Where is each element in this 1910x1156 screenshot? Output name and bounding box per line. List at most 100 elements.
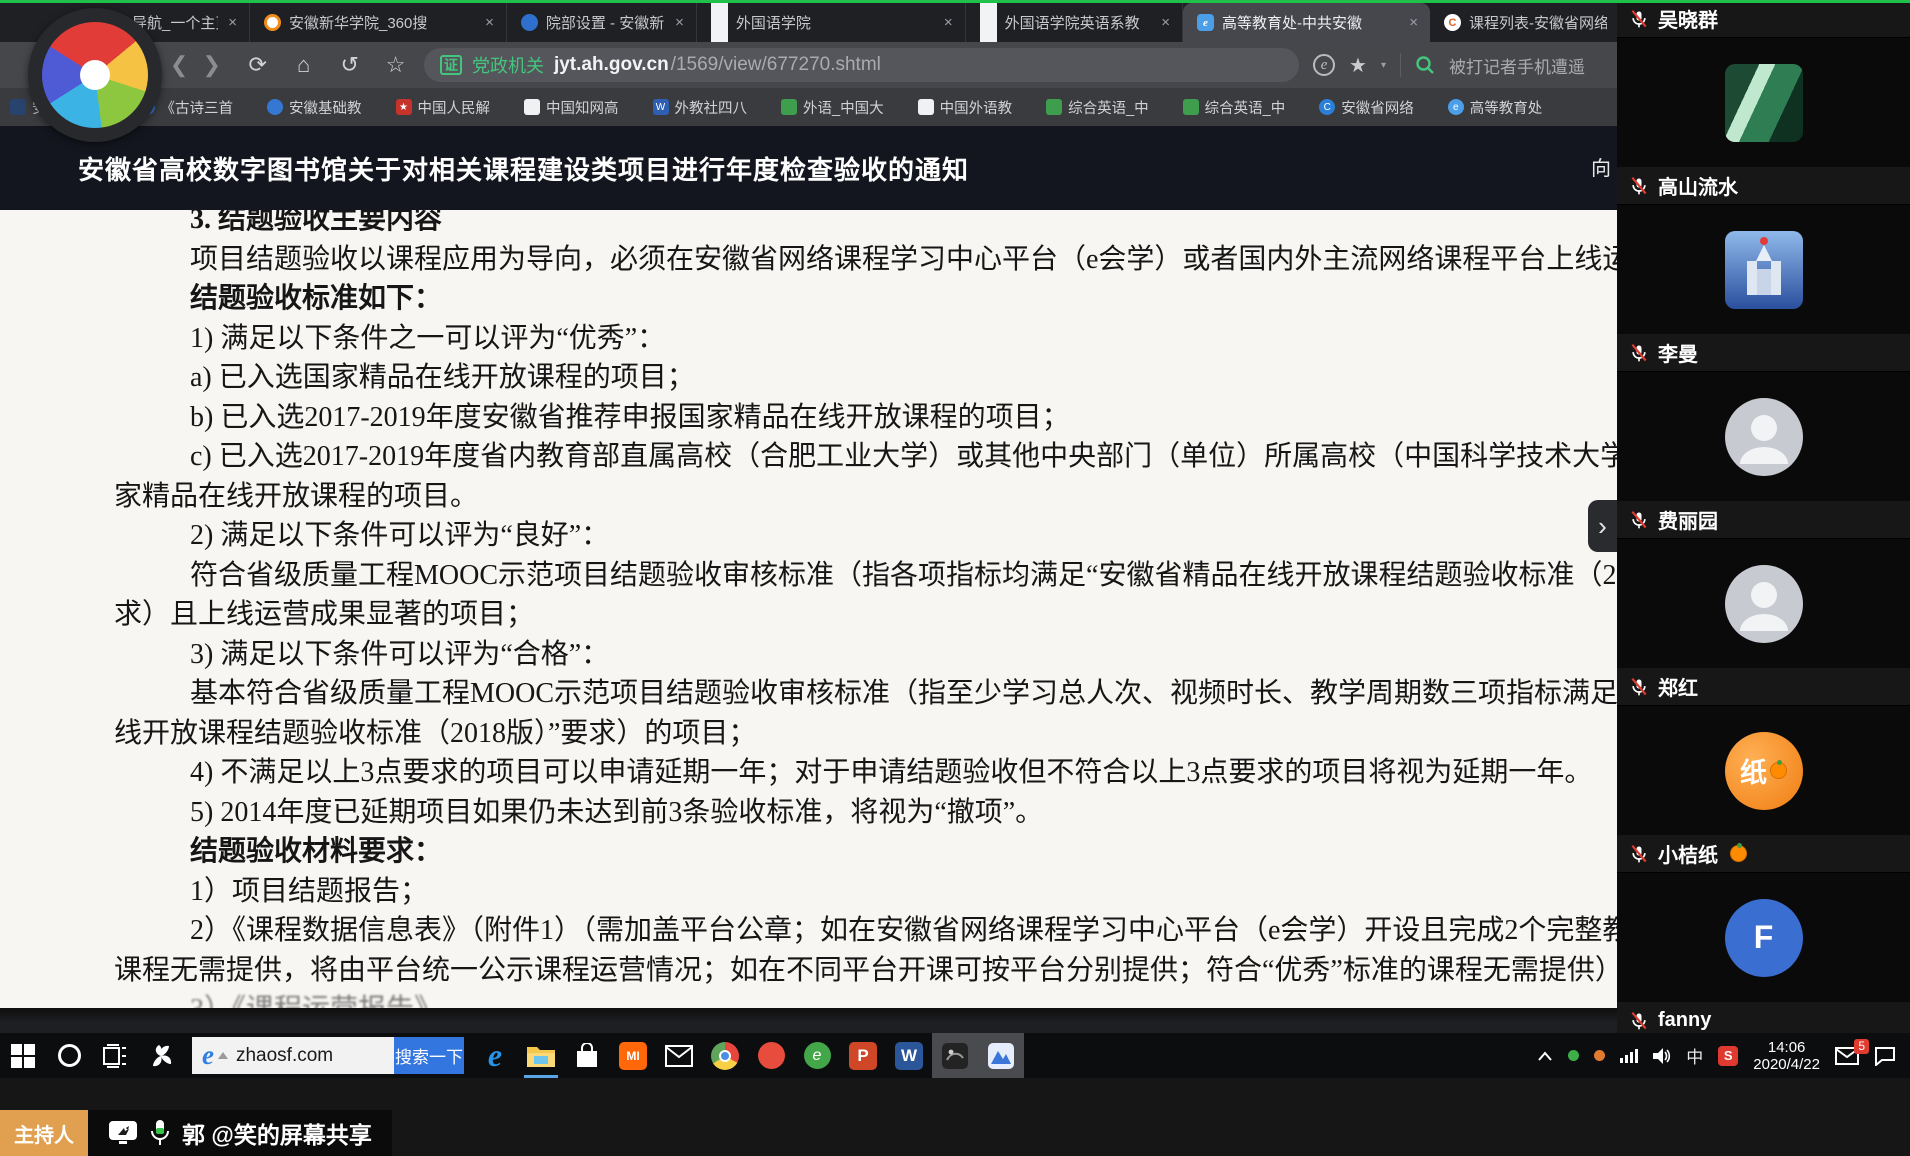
close-icon[interactable]: × [673, 14, 686, 31]
bookmark-item[interactable]: e高等教育处 [1448, 97, 1543, 118]
bookmark-favicon [524, 99, 540, 115]
window-shadow [0, 1008, 1617, 1022]
system-tray: 中 S 14:06 2020/4/22 5 [1537, 1039, 1910, 1073]
close-icon[interactable]: × [942, 14, 955, 31]
navbar-right-tools: e ★ ▾ 被打记者手机遭遥 [1313, 53, 1617, 78]
bookmark-favicon: C [1319, 99, 1335, 115]
green-app-button[interactable]: e [794, 1033, 840, 1078]
time-text: 14:06 [1753, 1039, 1820, 1056]
task-view-button[interactable] [92, 1033, 138, 1078]
participant-tile[interactable]: 李曼 [1617, 205, 1910, 372]
video-tile: F [1617, 873, 1910, 1002]
network-icon[interactable] [1620, 1049, 1638, 1063]
meeting-app-button[interactable] [978, 1033, 1024, 1078]
chrome-icon [711, 1042, 739, 1070]
extension-e-icon[interactable]: e [1313, 54, 1335, 76]
close-icon[interactable]: × [1407, 14, 1420, 31]
notification-mail[interactable]: 5 [1835, 1047, 1859, 1065]
tab-foreign-languages[interactable]: 外国语学院 × [697, 3, 966, 42]
file-explorer-button[interactable] [518, 1033, 564, 1078]
favorite-star-icon[interactable]: ☆ [379, 52, 412, 78]
bookmark-label: 中国知网高 [546, 97, 619, 118]
start-button[interactable] [0, 1033, 46, 1078]
mail-button[interactable] [656, 1033, 702, 1078]
tray-orange-icon[interactable] [1594, 1050, 1605, 1061]
word-button[interactable]: W [886, 1033, 932, 1078]
taskbar-search-box[interactable]: e zhaosf.com 搜索一下 [192, 1037, 464, 1074]
chrome-button[interactable] [702, 1033, 748, 1078]
participant-tile[interactable]: 吴晓群 高山流水 [1617, 0, 1910, 205]
volume-icon[interactable] [1653, 1048, 1671, 1064]
participant-tile[interactable]: 费丽园 [1617, 372, 1910, 539]
cortana-button[interactable] [46, 1033, 92, 1078]
participant-tile[interactable]: 纸 小桔纸 [1617, 706, 1910, 873]
360-logo-hub [80, 60, 110, 90]
tab-higher-education-active[interactable]: e 高等教育处-中共安徽 × [1183, 3, 1430, 42]
pinwheel-app-button[interactable] [138, 1033, 184, 1078]
tab-course-list[interactable]: C 课程列表-安徽省网络 [1430, 3, 1617, 42]
home-icon[interactable]: ⌂ [287, 52, 320, 78]
forward-icon[interactable]: ❯ [195, 52, 228, 78]
mic-active-icon[interactable] [150, 1119, 170, 1147]
ime-indicator[interactable]: 中 [1686, 1043, 1703, 1068]
bookmark-favicon [1183, 99, 1199, 115]
store-button[interactable] [564, 1033, 610, 1078]
bookmark-favicon [918, 99, 934, 115]
participant-name-bar: 小桔纸 [1617, 835, 1910, 873]
doc-line: 家精品在线开放课程的项目。 [0, 477, 1617, 517]
360-browser-logo[interactable] [28, 8, 162, 142]
close-icon[interactable]: × [1159, 14, 1172, 31]
red-app-button[interactable] [748, 1033, 794, 1078]
hot-search-text[interactable]: 被打记者手机遭遥 [1449, 53, 1617, 78]
sharing-app-button[interactable] [932, 1033, 978, 1078]
bookmark-label: 综合英语_中 [1068, 97, 1149, 118]
sogou-icon[interactable]: S [1718, 1046, 1738, 1066]
date-text: 2020/4/22 [1753, 1056, 1820, 1073]
search-go-button[interactable]: 搜索一下 [394, 1037, 464, 1074]
reload-icon[interactable]: ⟳ [241, 52, 274, 78]
bookmark-item[interactable]: 中国知网高 [524, 97, 619, 118]
document-title-band: 安徽省高校数字图书馆关于对相关课程建设类项目进行年度检查验收的通知 向 [0, 126, 1617, 210]
clock[interactable]: 14:06 2020/4/22 [1753, 1039, 1820, 1073]
screen-share-icon[interactable] [108, 1119, 138, 1147]
powerpoint-button[interactable]: P [840, 1033, 886, 1078]
mi-app-button[interactable]: MI [610, 1033, 656, 1078]
bookmark-item[interactable]: 综合英语_中 [1046, 97, 1149, 118]
sidebar-expand-chevron[interactable]: › [1588, 500, 1617, 552]
participant-tile[interactable]: 郑红 [1617, 539, 1910, 706]
orange-avatar: 纸 [1725, 732, 1803, 810]
orange-fruit-icon [1770, 762, 1787, 779]
participant-name: 吴晓群 [1658, 4, 1718, 33]
edge-button[interactable]: e [472, 1033, 518, 1078]
doc-line: 2) 满足以下条件可以评为“良好”： [0, 516, 1617, 556]
bookmark-item[interactable]: 安徽基础教 [267, 97, 362, 118]
address-bar[interactable]: 证 党政机关 jyt.ah.gov.cn /1569/view/677270.s… [424, 48, 1299, 82]
bookmark-label: 外语_中国大 [803, 97, 884, 118]
bookmark-item[interactable]: 综合英语_中 [1183, 97, 1286, 118]
bookmark-star-icon[interactable]: ★ [1349, 53, 1367, 78]
bookmark-item[interactable]: W外教社四八 [653, 97, 748, 118]
search-icon[interactable] [1415, 55, 1435, 75]
bookmark-item[interactable]: 中国外语教 [918, 97, 1013, 118]
participants-panel: 吴晓群 高山流水 [1617, 0, 1910, 1033]
close-icon[interactable]: × [483, 14, 496, 31]
search-input[interactable]: zhaosf.com [236, 1045, 394, 1067]
tab-departments[interactable]: 院部设置 - 安徽新华 × [507, 3, 697, 42]
bookmark-item[interactable]: 外语_中国大 [781, 97, 884, 118]
participant-tile[interactable]: F fanny [1617, 873, 1910, 1040]
mic-muted-icon [1629, 844, 1649, 864]
bookmark-item[interactable]: ★中国人民解 [396, 97, 491, 118]
close-icon[interactable]: × [226, 14, 239, 31]
tab-label: 安徽新华学院_360搜 [289, 12, 475, 33]
red-app-icon [758, 1042, 785, 1069]
action-center-icon[interactable] [1874, 1046, 1896, 1066]
tray-expand-icon[interactable] [1537, 1050, 1553, 1062]
tab-360-search[interactable]: 安徽新华学院_360搜 × [250, 3, 507, 42]
tray-green-icon[interactable] [1568, 1050, 1579, 1061]
participant-name-bar: 郑红 [1617, 668, 1910, 706]
back-icon[interactable]: ❮ [163, 52, 196, 78]
tab-english-dept[interactable]: 外国语学院英语系教 × [966, 3, 1183, 42]
bookmark-item[interactable]: C安徽省网络 [1319, 97, 1414, 118]
undo-icon[interactable]: ↺ [333, 52, 366, 78]
participant-name: 小桔纸 [1658, 839, 1718, 868]
